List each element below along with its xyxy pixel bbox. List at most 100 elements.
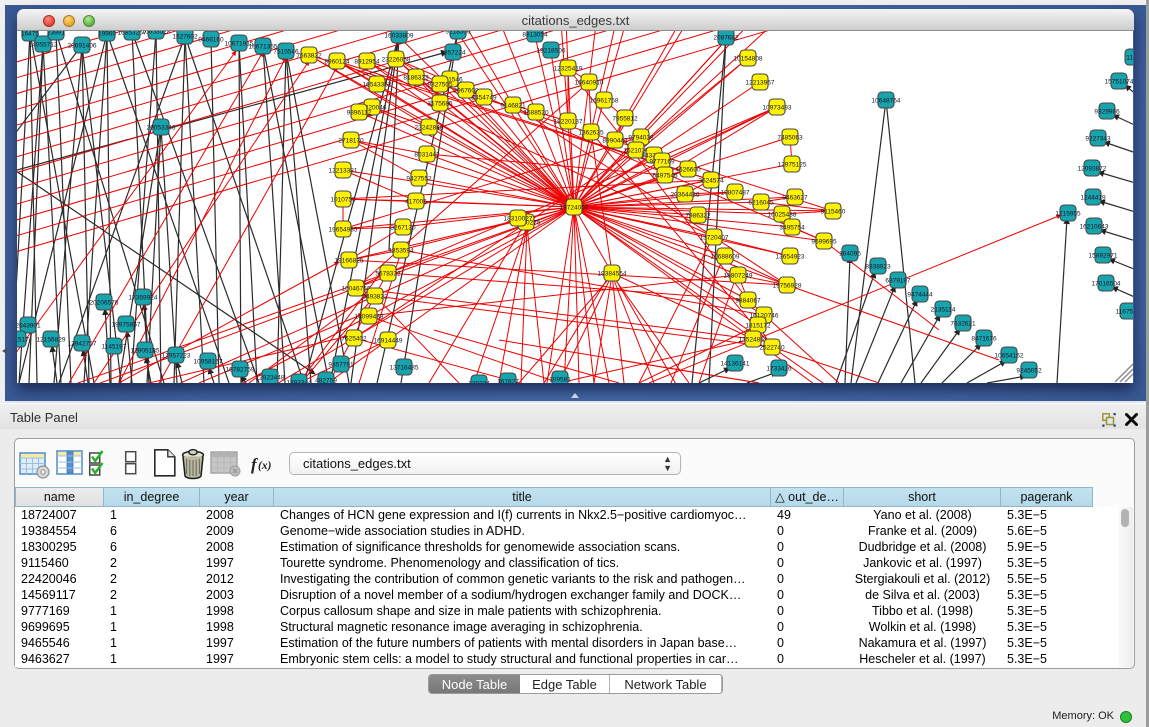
svg-text:9857791: 9857791 bbox=[328, 362, 354, 369]
svg-text:3493822: 3493822 bbox=[362, 294, 388, 301]
svg-text:16543362: 16543362 bbox=[363, 82, 392, 89]
svg-text:8031442: 8031442 bbox=[414, 152, 440, 159]
svg-text:18310027: 18310027 bbox=[504, 216, 533, 223]
svg-text:19654985: 19654985 bbox=[329, 227, 358, 234]
svg-text:12942757: 12942757 bbox=[68, 341, 97, 348]
svg-text:2643901: 2643901 bbox=[17, 323, 41, 330]
svg-text:13720407: 13720407 bbox=[700, 235, 729, 242]
svg-text:9777169: 9777169 bbox=[649, 159, 675, 166]
svg-text:0466160: 0466160 bbox=[198, 37, 224, 44]
svg-text:1117: 1117 bbox=[1126, 55, 1133, 62]
svg-text:23242848: 23242848 bbox=[415, 125, 444, 132]
svg-text:9115460: 9115460 bbox=[821, 209, 846, 216]
svg-text:18724007: 18724007 bbox=[560, 205, 589, 212]
svg-text:16210643: 16210643 bbox=[1080, 224, 1109, 231]
svg-text:19166825: 19166825 bbox=[335, 258, 364, 265]
svg-text:9463627: 9463627 bbox=[782, 195, 808, 202]
svg-text:1588520: 1588520 bbox=[523, 110, 549, 117]
svg-text:7515546: 7515546 bbox=[273, 49, 299, 56]
svg-text:2135114: 2135114 bbox=[931, 307, 956, 314]
svg-text:10807487: 10807487 bbox=[721, 190, 750, 197]
svg-text:10025438: 10025438 bbox=[768, 212, 797, 219]
svg-text:9218506: 9218506 bbox=[445, 31, 471, 36]
svg-text:13524851: 13524851 bbox=[739, 337, 768, 344]
svg-text:12923448: 12923448 bbox=[256, 375, 285, 382]
svg-text:7357224: 7357224 bbox=[440, 50, 466, 57]
svg-text:16640910: 16640910 bbox=[575, 80, 604, 87]
svg-text:7485063: 7485063 bbox=[777, 135, 803, 142]
svg-text:9327505: 9327505 bbox=[427, 82, 453, 89]
svg-text:1244419: 1244419 bbox=[1080, 195, 1106, 202]
svg-text:4626600: 4626600 bbox=[675, 167, 701, 174]
svg-text:20364436: 20364436 bbox=[671, 192, 700, 199]
svg-text:10654162: 10654162 bbox=[995, 353, 1024, 360]
svg-text:23226058: 23226058 bbox=[382, 57, 411, 64]
svg-text:19975857: 19975857 bbox=[112, 322, 141, 329]
svg-text:8813054: 8813054 bbox=[522, 32, 548, 39]
svg-text:2522740: 2522740 bbox=[759, 345, 785, 352]
svg-text:13654923: 13654923 bbox=[776, 254, 805, 261]
svg-text:15892971: 15892971 bbox=[1089, 253, 1118, 260]
svg-text:9227343: 9227343 bbox=[1085, 136, 1111, 143]
svg-text:10958167: 10958167 bbox=[194, 359, 223, 366]
svg-text:12156829: 12156829 bbox=[37, 337, 66, 344]
svg-text:12213381: 12213381 bbox=[329, 168, 358, 175]
svg-text:8960124: 8960124 bbox=[324, 59, 350, 66]
svg-text:1362635: 1362635 bbox=[578, 130, 604, 137]
svg-text:12325419: 12325419 bbox=[554, 66, 583, 73]
svg-text:1815172: 1815172 bbox=[745, 323, 771, 330]
svg-text:16782759: 16782759 bbox=[226, 367, 255, 374]
svg-text:9245052: 9245052 bbox=[1016, 368, 1042, 375]
svg-text:7955812: 7955812 bbox=[612, 116, 638, 123]
svg-text:3624574: 3624574 bbox=[698, 178, 724, 185]
svg-text:8186323: 8186323 bbox=[403, 75, 429, 82]
svg-text:1215955: 1215955 bbox=[1055, 211, 1081, 218]
svg-text:16914449: 16914449 bbox=[374, 338, 403, 345]
svg-text:18220137: 18220137 bbox=[554, 119, 583, 126]
svg-text:2087682: 2087682 bbox=[713, 35, 739, 42]
svg-text:12093872: 12093872 bbox=[1078, 166, 1107, 173]
svg-text:9146821: 9146821 bbox=[500, 103, 526, 110]
svg-text:19218506: 19218506 bbox=[537, 48, 566, 55]
svg-text:9884067: 9884067 bbox=[735, 298, 761, 305]
svg-text:16961758: 16961758 bbox=[590, 98, 619, 105]
svg-text:8938923: 8938923 bbox=[865, 264, 891, 271]
svg-text:14055712: 14055712 bbox=[29, 42, 58, 49]
svg-text:6216045: 6216045 bbox=[748, 200, 774, 207]
svg-text:1527602: 1527602 bbox=[172, 34, 198, 41]
svg-text:7663822: 7663822 bbox=[296, 53, 322, 60]
svg-text:14136141: 14136141 bbox=[721, 361, 750, 368]
svg-text:20206576: 20206576 bbox=[90, 300, 119, 307]
svg-text:7625402: 7625402 bbox=[341, 336, 367, 343]
svg-text:1145197: 1145197 bbox=[102, 344, 127, 351]
svg-text:17359924: 17359924 bbox=[129, 295, 158, 302]
svg-text:8471676: 8471676 bbox=[971, 336, 997, 343]
svg-text:13716485: 13716485 bbox=[390, 365, 419, 372]
svg-text:482759: 482759 bbox=[315, 378, 337, 384]
svg-text:(x): (x) bbox=[258, 460, 272, 472]
svg-text:109581: 109581 bbox=[549, 377, 571, 384]
svg-text:6879197: 6879197 bbox=[885, 278, 911, 285]
svg-text:164095: 164095 bbox=[839, 251, 861, 258]
svg-text:12213967: 12213967 bbox=[746, 80, 775, 87]
svg-text:14099483: 14099483 bbox=[355, 314, 384, 321]
svg-text:417005: 417005 bbox=[405, 199, 427, 206]
svg-text:10154808: 10154808 bbox=[734, 56, 763, 63]
svg-text:3175685: 3175685 bbox=[427, 101, 453, 108]
svg-text:17957223: 17957223 bbox=[162, 353, 191, 360]
svg-text:7632621: 7632621 bbox=[950, 321, 976, 328]
svg-text:10973493: 10973493 bbox=[763, 105, 792, 112]
svg-text:9699695: 9699695 bbox=[811, 239, 837, 246]
svg-text:1733426: 1733426 bbox=[766, 366, 792, 373]
svg-text:5578332: 5578332 bbox=[375, 271, 401, 278]
svg-text:8990443: 8990443 bbox=[602, 138, 628, 145]
svg-text:18807249: 18807249 bbox=[724, 273, 753, 280]
svg-text:3267130: 3267130 bbox=[390, 225, 416, 232]
svg-text:1167534: 1167534 bbox=[1116, 309, 1133, 316]
svg-text:20053346: 20053346 bbox=[147, 125, 176, 132]
svg-text:1010755: 1010755 bbox=[330, 197, 356, 204]
svg-text:19756928: 19756928 bbox=[773, 283, 802, 290]
svg-text:9794028: 9794028 bbox=[628, 135, 654, 142]
svg-text:1292344: 1292344 bbox=[286, 380, 312, 384]
svg-text:2967608: 2967608 bbox=[453, 88, 479, 95]
